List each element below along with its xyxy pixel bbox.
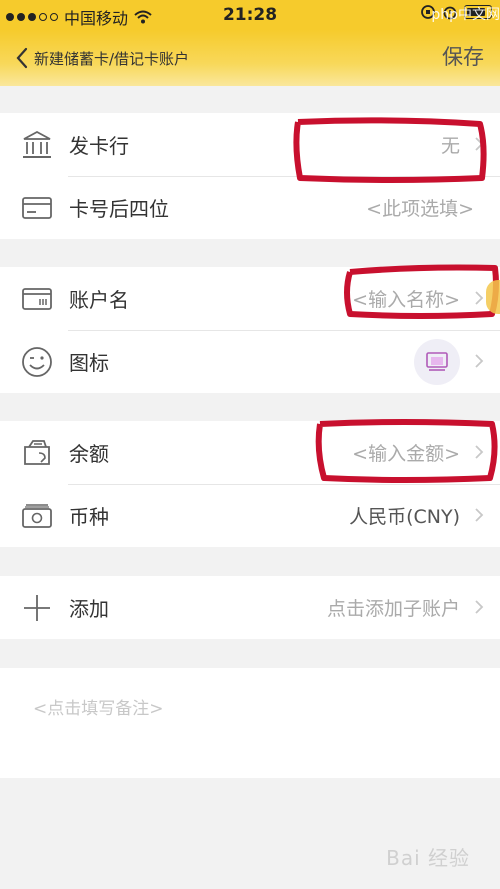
row-add-subaccount[interactable]: 添加 点击添加子账户: [0, 576, 500, 639]
chevron-right-icon: [475, 354, 484, 368]
notes-area[interactable]: <点击填写备注>: [0, 668, 500, 778]
row-input[interactable]: <输入名称>: [352, 285, 460, 312]
row-value: 无: [440, 135, 460, 157]
save-button[interactable]: 保存: [442, 41, 484, 71]
back-button[interactable]: 新建储蓄卡/借记卡账户: [16, 42, 189, 74]
section-add: 添加 点击添加子账户: [0, 576, 500, 639]
row-card-last-four[interactable]: 卡号后四位 <此项选填>: [0, 176, 500, 239]
row-label: 账户名: [69, 288, 129, 312]
card-icon: [22, 197, 52, 219]
chevron-right-icon: [475, 445, 484, 459]
row-account-name[interactable]: 账户名 <输入名称>: [0, 267, 500, 330]
selected-account-icon[interactable]: [414, 339, 460, 385]
bank-icon: [23, 130, 51, 158]
row-value: 点击添加子账户: [326, 598, 460, 620]
smiley-icon: [22, 347, 52, 377]
row-label: 余额: [69, 442, 109, 466]
section-bank: 发卡行 无 卡号后四位 <此项选填>: [0, 113, 500, 239]
chevron-right-icon: [475, 508, 484, 522]
row-label: 发卡行: [69, 134, 129, 158]
wallet-icon: [24, 440, 50, 465]
page-title: 新建储蓄卡/借记卡账户: [34, 49, 190, 68]
atm-card-icon: [426, 352, 448, 371]
chevron-right-icon: [475, 600, 484, 614]
chevron-right-icon: [475, 291, 484, 305]
row-label: 添加: [69, 597, 109, 621]
section-account: 账户名 <输入名称> 图标: [0, 267, 500, 393]
row-icon[interactable]: 图标: [0, 330, 500, 393]
row-label: 卡号后四位: [69, 197, 169, 221]
row-value: 人民币(CNY): [349, 506, 460, 528]
row-issuing-bank[interactable]: 发卡行 无: [0, 113, 500, 176]
chevron-left-icon: [16, 47, 28, 69]
row-input[interactable]: <此项选填>: [366, 194, 474, 221]
row-label: 币种: [69, 505, 109, 529]
row-input[interactable]: <输入金额>: [352, 439, 460, 466]
account-card-icon: [22, 288, 52, 310]
banknote-icon: [22, 504, 52, 528]
notes-placeholder: <点击填写备注>: [33, 699, 164, 719]
nav-bar: 新建储蓄卡/借记卡账户 保存: [0, 30, 500, 86]
status-bar: 中国移动 21:28 php中文网: [0, 0, 500, 30]
row-label: 图标: [69, 351, 109, 375]
corner-watermark: php中文网: [431, 7, 500, 23]
floating-handle[interactable]: [486, 280, 500, 314]
row-balance[interactable]: 余额 <输入金额>: [0, 421, 500, 484]
chevron-right-icon: [475, 137, 484, 151]
section-balance: 余额 <输入金额> 币种 人民币(CNY): [0, 421, 500, 547]
watermark: Bai 经验: [386, 846, 470, 870]
plus-icon: [24, 595, 50, 621]
row-currency[interactable]: 币种 人民币(CNY): [0, 484, 500, 547]
